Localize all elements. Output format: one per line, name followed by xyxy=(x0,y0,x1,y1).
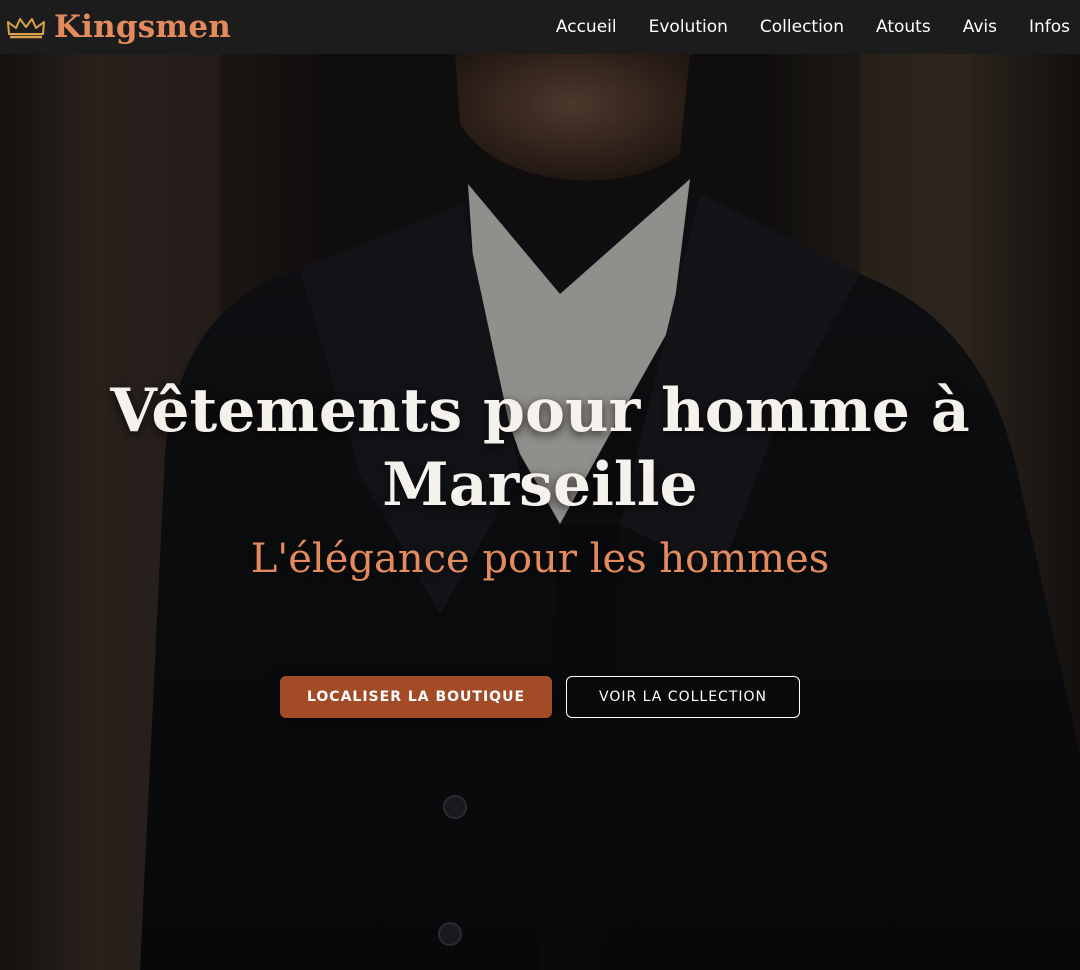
brand-logo-link[interactable]: Kingsmen xyxy=(6,9,231,45)
view-collection-button[interactable]: VOIR LA COLLECTION xyxy=(566,676,800,718)
nav-link-accueil[interactable]: Accueil xyxy=(556,17,617,37)
hero-title: Vêtements pour homme à Marseille xyxy=(110,376,970,520)
crown-icon xyxy=(7,18,45,39)
locate-store-button[interactable]: LOCALISER LA BOUTIQUE xyxy=(280,676,552,718)
hero-subtitle: L'élégance pour les hommes xyxy=(250,536,830,582)
hero-section: Vêtements pour homme à Marseille L'éléga… xyxy=(0,54,1080,970)
nav-link-infos[interactable]: Infos xyxy=(1029,17,1070,37)
nav-link-collection[interactable]: Collection xyxy=(760,17,844,37)
hero-content: Vêtements pour homme à Marseille L'éléga… xyxy=(0,374,1080,582)
hero-buttons: LOCALISER LA BOUTIQUE VOIR LA COLLECTION xyxy=(0,676,1080,718)
navbar: Kingsmen Accueil Evolution Collection At… xyxy=(0,0,1080,54)
nav-menu: Accueil Evolution Collection Atouts Avis… xyxy=(524,17,1070,37)
nav-link-evolution[interactable]: Evolution xyxy=(649,17,728,37)
brand-name: Kingsmen xyxy=(54,9,232,45)
nav-link-atouts[interactable]: Atouts xyxy=(876,17,931,37)
nav-link-avis[interactable]: Avis xyxy=(963,17,997,37)
